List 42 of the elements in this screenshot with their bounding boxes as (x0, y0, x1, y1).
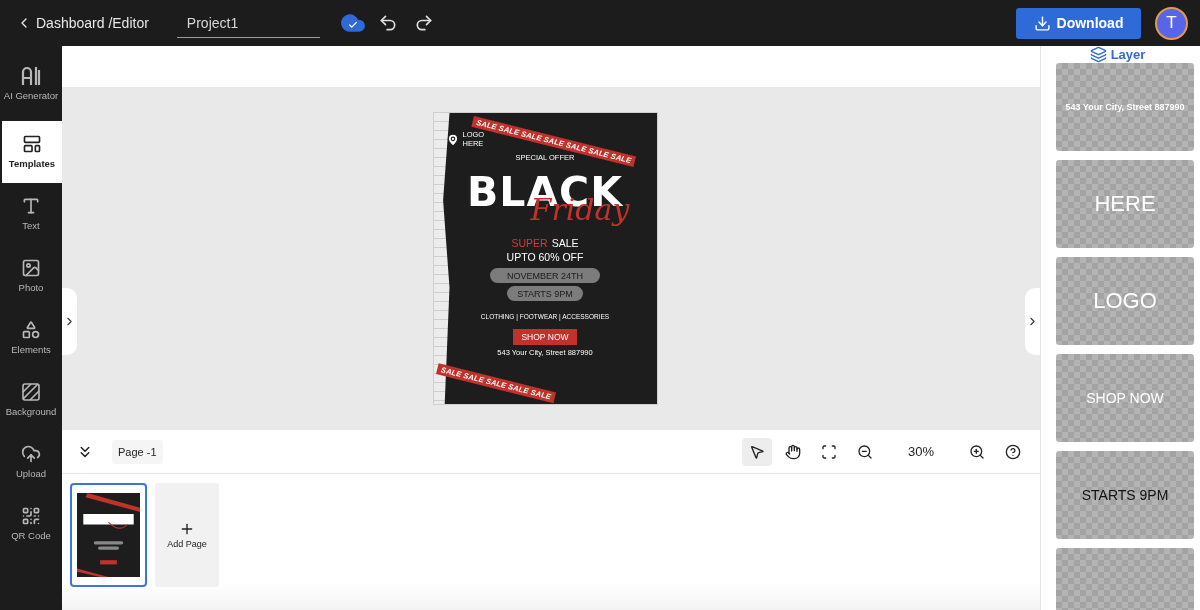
template-layout-icon (22, 134, 42, 155)
layer-text: 543 Your City, Street 887990 (1065, 102, 1185, 112)
shapes-icon (21, 320, 41, 341)
canvas-tool-button[interactable] (742, 437, 772, 466)
help-icon (1005, 443, 1021, 460)
layer-text: STARTS 9PM (1081, 487, 1169, 503)
page-label: Page -1 (112, 439, 163, 464)
location-pin-icon (445, 132, 460, 147)
date-pill: NOVEMBER 24TH (490, 268, 600, 283)
time-pill: STARTS 9PM (507, 286, 583, 301)
sidebar-item[interactable]: Templates (2, 121, 62, 183)
fullscreen-icon (821, 443, 837, 460)
download-button[interactable]: Download (1016, 7, 1141, 39)
ai-letters-icon (21, 65, 41, 86)
layer-text: LOGO (1093, 288, 1157, 314)
plus-icon (179, 521, 195, 537)
cloud-check-icon (339, 13, 366, 33)
download-icon (1033, 14, 1051, 32)
page-thumbnail[interactable] (70, 483, 147, 587)
project-name-field[interactable]: Project1 (176, 8, 320, 38)
qr-code-icon (21, 506, 41, 527)
poster-sale-line: SUPER SALE (511, 237, 579, 249)
zoom-in-icon (969, 443, 985, 460)
zoom-level: 30% (907, 444, 935, 459)
zoom-out-icon (857, 443, 873, 460)
cloud-upload-icon (21, 444, 41, 465)
back-breadcrumb-link[interactable]: Dashboard /Editor (16, 15, 149, 31)
undo-button[interactable] (377, 13, 398, 33)
poster-discount: UPTO 60% OFF (506, 251, 584, 263)
text-icon (21, 196, 41, 217)
shop-now-banner: SHOP NOW (513, 329, 577, 345)
layer-text: SHOP NOW (1086, 390, 1164, 406)
layers-icon (1089, 46, 1107, 63)
layer-heading: Layer (1110, 47, 1146, 62)
hatched-square-icon (21, 382, 41, 403)
hand-icon (785, 443, 801, 460)
layer-text: HERE (1094, 191, 1156, 217)
pointer-icon (749, 443, 765, 460)
image-icon (21, 258, 41, 279)
layer-item[interactable]: STARTS 9PM (1056, 451, 1194, 539)
add-page-button[interactable]: Add Page (155, 483, 219, 587)
user-avatar[interactable]: T (1155, 6, 1188, 40)
